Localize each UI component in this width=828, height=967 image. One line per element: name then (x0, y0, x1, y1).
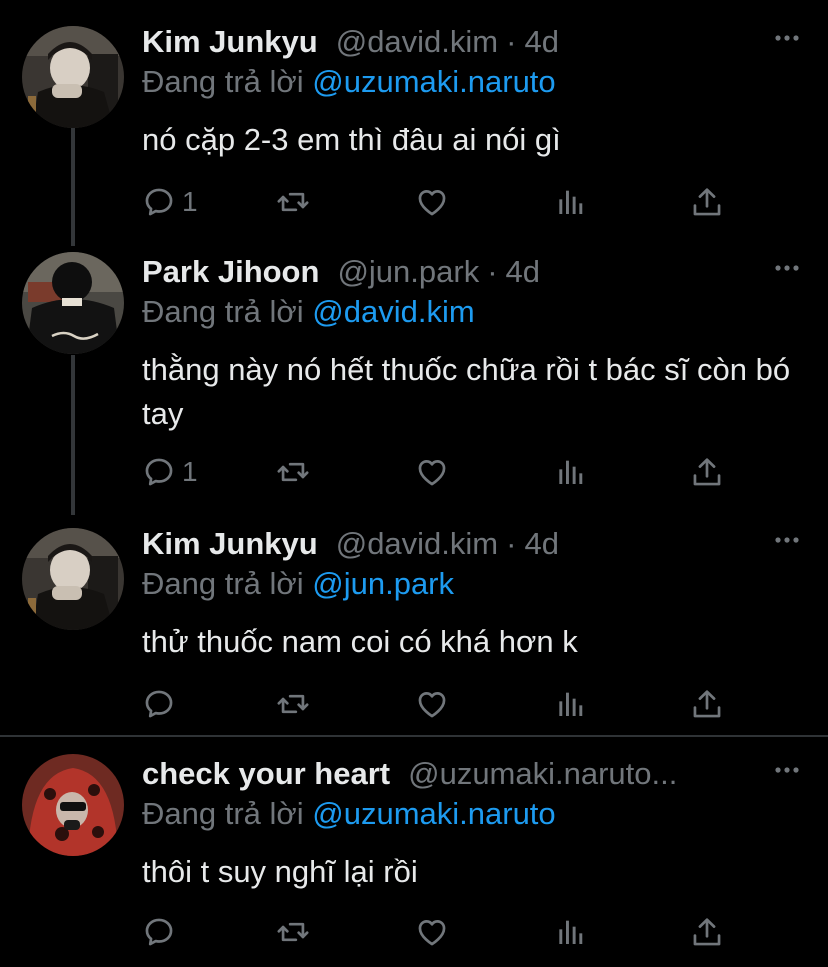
analytics-icon (554, 688, 586, 720)
replying-label: Đang trả lời (142, 566, 304, 601)
analytics-button[interactable] (554, 454, 586, 490)
like-icon (415, 915, 449, 949)
like-icon (415, 455, 449, 489)
retweet-button[interactable] (276, 184, 310, 220)
mention-link[interactable]: @uzumaki.naruto (312, 64, 555, 99)
username[interactable]: @david.kim (336, 24, 498, 60)
like-icon (415, 687, 449, 721)
reply-icon (142, 915, 176, 949)
analytics-icon (554, 916, 586, 948)
like-icon (415, 185, 449, 219)
replying-to: Đang trả lời @uzumaki.naruto (142, 796, 556, 832)
tweet-text: thử thuốc nam coi có khá hơn k (142, 624, 578, 659)
more-options-icon[interactable] (774, 530, 800, 550)
tweet[interactable]: check your heart @uzumaki.naruto... Đang… (0, 754, 828, 954)
reply-button[interactable] (142, 914, 182, 950)
username[interactable]: @david.kim (336, 526, 498, 562)
action-bar (142, 686, 742, 722)
separator-dot: · (487, 254, 498, 289)
retweet-button[interactable] (276, 686, 310, 722)
tweet[interactable]: Kim Junkyu @david.kim · 4d Đang trả lời … (0, 22, 828, 222)
replying-label: Đang trả lời (142, 64, 304, 99)
like-button[interactable] (415, 686, 449, 722)
retweet-icon (276, 455, 310, 489)
analytics-icon (554, 186, 586, 218)
more-options-icon[interactable] (774, 258, 800, 278)
tweet-header: Kim Junkyu @david.kim · 4d (142, 22, 559, 62)
tweet-text: nó cặp 2-3 em thì đâu ai nói gì (142, 122, 561, 157)
retweet-button[interactable] (276, 454, 310, 490)
share-icon (690, 915, 724, 949)
share-icon (690, 687, 724, 721)
timestamp[interactable]: 4d (524, 526, 558, 562)
tweet[interactable]: Kim Junkyu @david.kim · 4d Đang trả lời … (0, 524, 828, 724)
display-name[interactable]: check your heart (142, 756, 390, 792)
reply-button[interactable]: 1 (142, 184, 198, 220)
analytics-button[interactable] (554, 914, 586, 950)
action-bar: 1 (142, 184, 742, 220)
username[interactable]: @uzumaki.naruto... (408, 756, 677, 792)
more-options-icon[interactable] (774, 760, 800, 780)
like-button[interactable] (415, 454, 449, 490)
share-icon (690, 185, 724, 219)
tweet-header: Kim Junkyu @david.kim · 4d (142, 524, 559, 564)
reply-count: 1 (182, 186, 198, 217)
analytics-icon (554, 456, 586, 488)
like-button[interactable] (415, 184, 449, 220)
username[interactable]: @jun.park (337, 254, 479, 290)
timestamp[interactable]: 4d (506, 254, 540, 290)
avatar[interactable] (22, 26, 124, 128)
mention-link[interactable]: @uzumaki.naruto (312, 796, 555, 831)
mention-link[interactable]: @david.kim (312, 294, 474, 329)
action-bar: 1 (142, 454, 742, 490)
share-button[interactable] (690, 184, 724, 220)
retweet-icon (276, 185, 310, 219)
share-button[interactable] (690, 686, 724, 722)
replying-to: Đang trả lời @jun.park (142, 566, 454, 602)
share-button[interactable] (690, 914, 724, 950)
reply-icon (142, 185, 176, 219)
tweet[interactable]: Park Jihoon @jun.park · 4d Đang trả lời … (0, 252, 828, 492)
reply-count: 1 (182, 456, 198, 487)
avatar[interactable] (22, 754, 124, 856)
share-icon (690, 455, 724, 489)
retweet-icon (276, 915, 310, 949)
reply-button[interactable] (142, 686, 182, 722)
retweet-icon (276, 687, 310, 721)
reply-button[interactable]: 1 (142, 454, 198, 490)
separator-dot: · (506, 526, 517, 561)
replying-to: Đang trả lời @david.kim (142, 294, 475, 330)
replying-label: Đang trả lời (142, 796, 304, 831)
tweet-text: thôi t suy nghĩ lại rồi (142, 854, 418, 889)
replying-to: Đang trả lời @uzumaki.naruto (142, 64, 556, 100)
tweet-header: Park Jihoon @jun.park · 4d (142, 252, 540, 292)
separator-dot: · (506, 24, 517, 59)
avatar[interactable] (22, 528, 124, 630)
share-button[interactable] (690, 454, 724, 490)
tweet-text: thằng này nó hết thuốc chữa rồi t bác sĩ… (142, 352, 791, 431)
reply-icon (142, 455, 176, 489)
timestamp[interactable]: 4d (524, 24, 558, 60)
tweet-header: check your heart @uzumaki.naruto... (142, 754, 677, 794)
display-name[interactable]: Park Jihoon (142, 254, 319, 290)
replying-label: Đang trả lời (142, 294, 304, 329)
analytics-button[interactable] (554, 686, 586, 722)
mention-link[interactable]: @jun.park (312, 566, 454, 601)
display-name[interactable]: Kim Junkyu (142, 526, 318, 562)
avatar[interactable] (22, 252, 124, 354)
analytics-button[interactable] (554, 184, 586, 220)
display-name[interactable]: Kim Junkyu (142, 24, 318, 60)
like-button[interactable] (415, 914, 449, 950)
retweet-button[interactable] (276, 914, 310, 950)
divider (0, 735, 828, 737)
more-options-icon[interactable] (774, 28, 800, 48)
action-bar (142, 914, 742, 950)
reply-icon (142, 687, 176, 721)
